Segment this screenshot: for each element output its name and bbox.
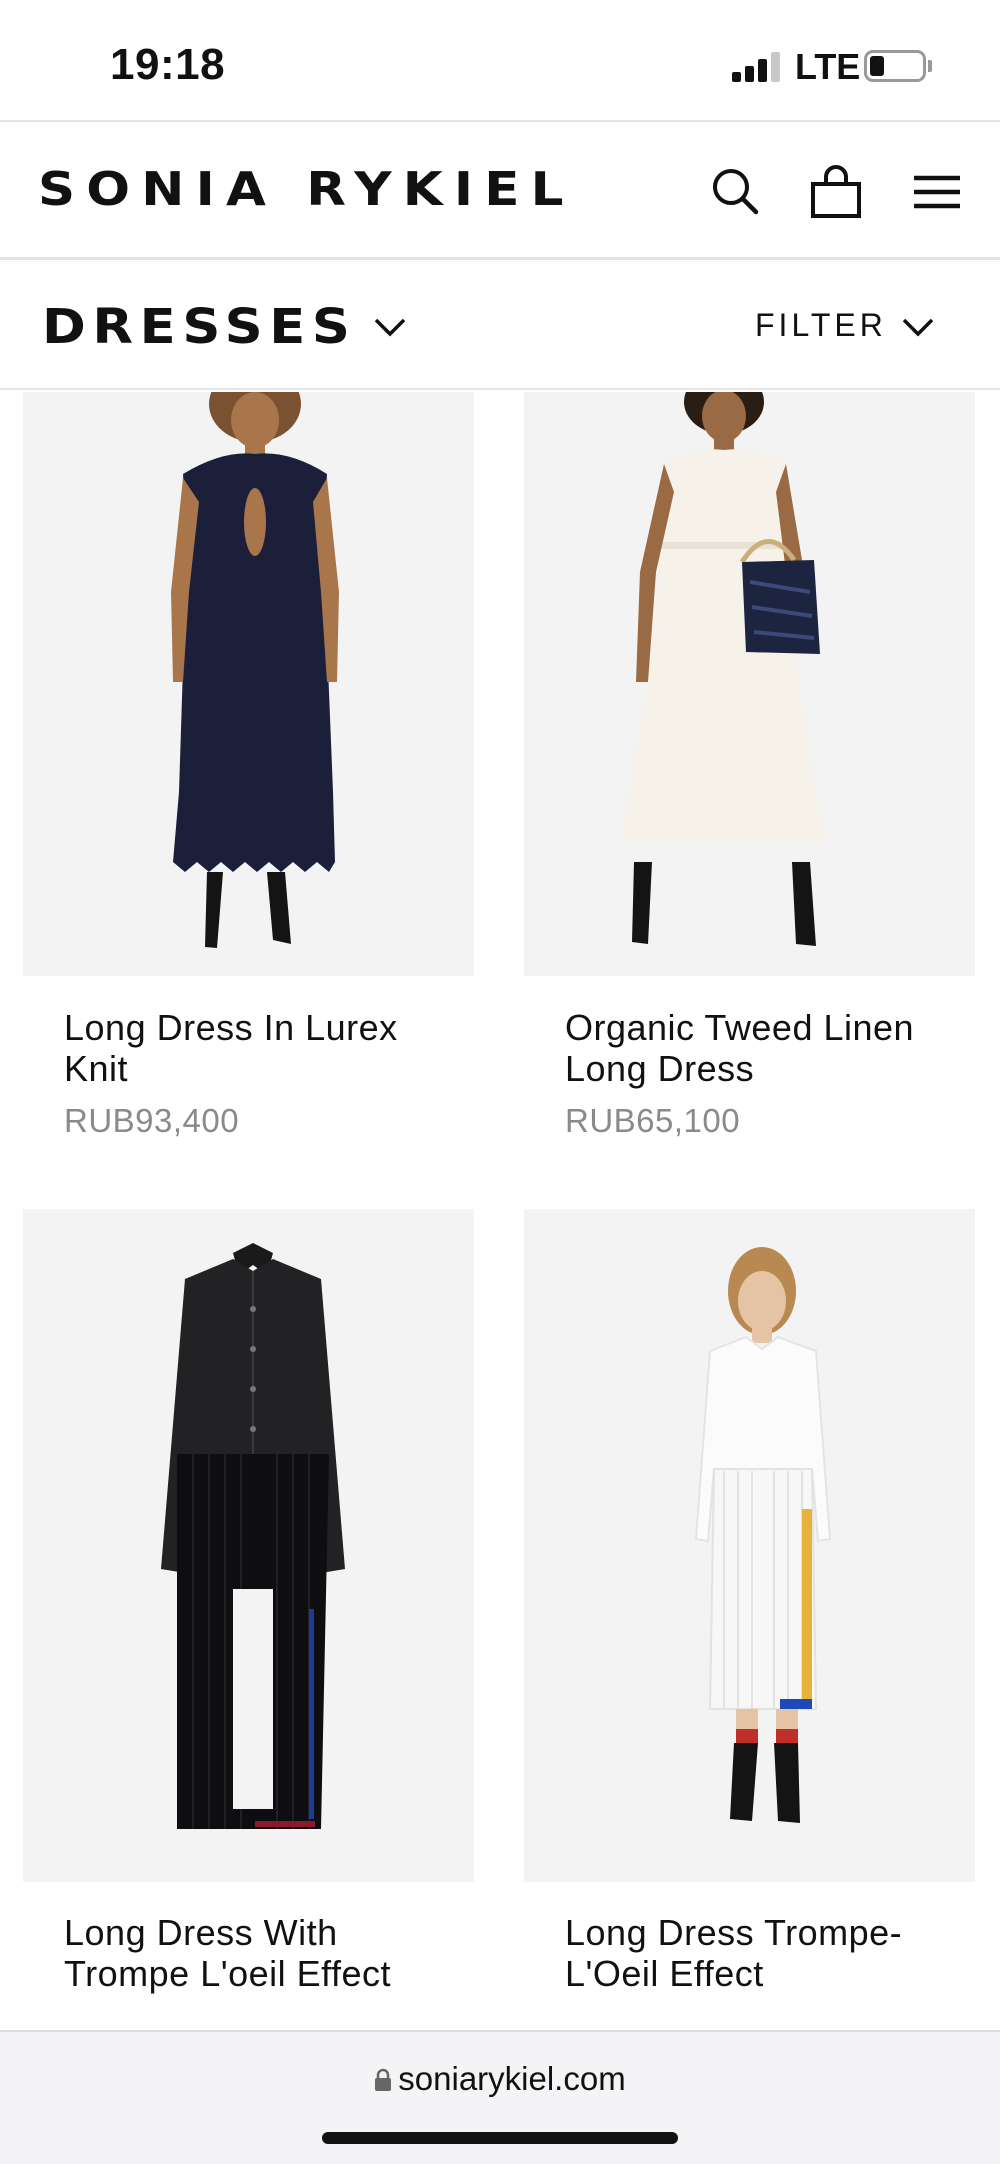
product-image-2[interactable] bbox=[524, 392, 975, 976]
category-bar: DRESSES FILTER bbox=[0, 263, 1000, 390]
product-image-3[interactable] bbox=[23, 1209, 474, 1882]
chevron-down-icon[interactable] bbox=[370, 307, 410, 347]
status-time: 19:18 bbox=[110, 40, 226, 89]
product-image-4[interactable] bbox=[524, 1209, 975, 1882]
product-name-1[interactable]: Long Dress In Lurex Knit bbox=[64, 1007, 464, 1089]
product-name-3[interactable]: Long Dress With Trompe L'oeil Effect bbox=[64, 1912, 464, 1994]
brand-logo[interactable]: SONIA RYKIEL bbox=[38, 162, 575, 216]
url-display[interactable]: soniarykiel.com bbox=[0, 2060, 1000, 2098]
signal-strength-icon bbox=[732, 52, 782, 82]
product-price-2: RUB65,100 bbox=[565, 1102, 741, 1139]
status-bar: 19:18 LTE bbox=[0, 0, 1000, 120]
network-type: LTE bbox=[795, 46, 861, 87]
filter-chevron-down-icon[interactable] bbox=[898, 307, 938, 347]
battery-icon bbox=[864, 50, 926, 82]
home-indicator[interactable] bbox=[322, 2132, 678, 2144]
battery-tip bbox=[928, 60, 932, 72]
filter-button[interactable]: FILTER bbox=[755, 307, 887, 344]
product-name-2[interactable]: Organic Tweed Linen Long Dress bbox=[565, 1007, 965, 1089]
lock-icon bbox=[375, 2068, 392, 2091]
shopping-bag-icon[interactable] bbox=[806, 162, 866, 222]
site-header: SONIA RYKIEL bbox=[0, 120, 1000, 260]
hamburger-menu-icon[interactable] bbox=[908, 162, 968, 222]
product-name-4[interactable]: Long Dress Trompe-L'Oeil Effect bbox=[565, 1912, 965, 1994]
search-icon[interactable] bbox=[706, 162, 766, 222]
category-title[interactable]: DRESSES bbox=[42, 299, 357, 355]
product-image-1[interactable] bbox=[23, 392, 474, 976]
product-price-1: RUB93,400 bbox=[64, 1102, 240, 1139]
url-text: soniarykiel.com bbox=[398, 2060, 626, 2097]
browser-address-bar[interactable]: soniarykiel.com bbox=[0, 2030, 1000, 2164]
